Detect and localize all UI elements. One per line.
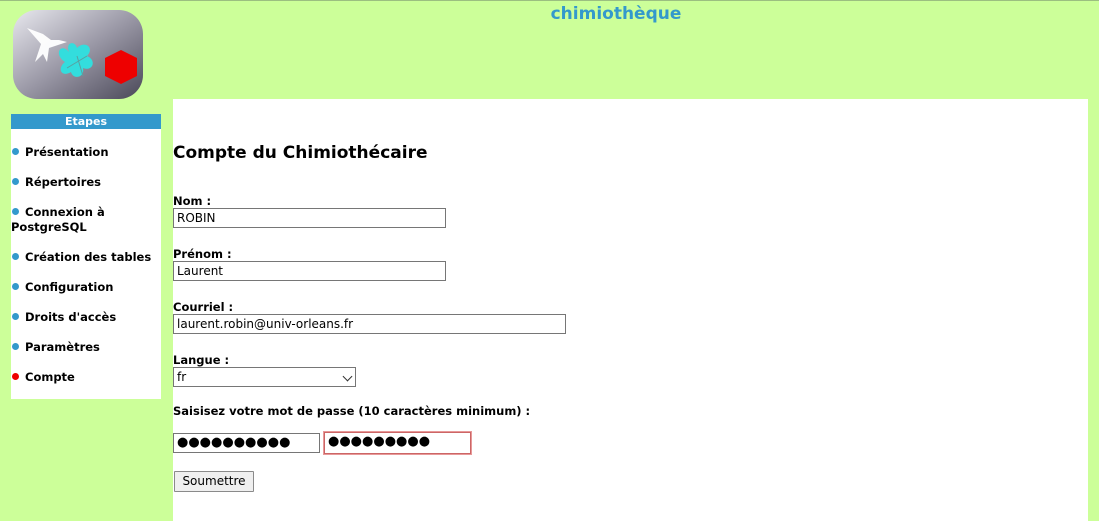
sidebar-item-label: Configuration: [25, 280, 114, 294]
sidebar-steps: Etapes Présentation Répertoires Connexio…: [11, 114, 161, 399]
site-logo[interactable]: [13, 10, 143, 99]
main-content: Compte du Chimiothécaire Nom : ROBIN Pré…: [173, 99, 1088, 521]
site-title: chimiothèque: [550, 4, 682, 24]
submit-button[interactable]: Soumettre: [174, 471, 254, 492]
sidebar-item-label: Paramètres: [25, 340, 100, 354]
langue-select[interactable]: fr: [173, 367, 356, 387]
sidebar-item-label: Compte: [25, 370, 75, 384]
sidebar-item-creation-tables[interactable]: Création des tables: [11, 250, 161, 265]
password-input[interactable]: ●●●●●●●●●●: [173, 433, 320, 453]
sidebar-item-connexion[interactable]: Connexion à PostgreSQL: [11, 205, 161, 235]
bullet-icon: [12, 343, 19, 350]
sidebar-item-label: Répertoires: [25, 175, 102, 189]
langue-label: Langue :: [173, 353, 230, 367]
sidebar-item-label: Création des tables: [25, 250, 152, 264]
sidebar-item-parametres[interactable]: Paramètres: [11, 340, 161, 355]
bullet-icon: [12, 148, 19, 155]
page-title: Compte du Chimiothécaire: [173, 143, 428, 163]
nom-input[interactable]: ROBIN: [173, 208, 446, 228]
sidebar-item-presentation[interactable]: Présentation: [11, 145, 161, 160]
bullet-icon: [12, 313, 19, 320]
nom-label: Nom :: [173, 194, 212, 208]
sidebar-item-label: Présentation: [25, 145, 109, 159]
prenom-input[interactable]: Laurent: [173, 261, 446, 281]
password-confirm-input[interactable]: ●●●●●●●●●: [324, 432, 471, 454]
bullet-icon: [12, 253, 19, 260]
bullet-icon: [12, 178, 19, 185]
top-border: [0, 0, 1099, 1]
active-bullet-icon: [12, 373, 19, 380]
sidebar-title: Etapes: [11, 114, 161, 129]
sidebar-item-label: Connexion à PostgreSQL: [11, 205, 105, 234]
password-label: Saisisez votre mot de passe (10 caractèr…: [173, 404, 531, 418]
courriel-label: Courriel :: [173, 300, 234, 314]
prenom-label: Prénom :: [173, 247, 232, 261]
sidebar-item-repertoires[interactable]: Répertoires: [11, 175, 161, 190]
sidebar-item-droits-acces[interactable]: Droits d'accès: [11, 310, 161, 325]
sidebar-item-configuration[interactable]: Configuration: [11, 280, 161, 295]
bullet-icon: [12, 208, 19, 215]
courriel-input[interactable]: laurent.robin@univ-orleans.fr: [173, 314, 566, 334]
bullet-icon: [12, 283, 19, 290]
chevron-down-icon: [342, 371, 353, 382]
sidebar-item-label: Droits d'accès: [25, 310, 117, 324]
sidebar-item-compte[interactable]: Compte: [11, 370, 161, 385]
langue-selected-value: fr: [177, 370, 187, 384]
